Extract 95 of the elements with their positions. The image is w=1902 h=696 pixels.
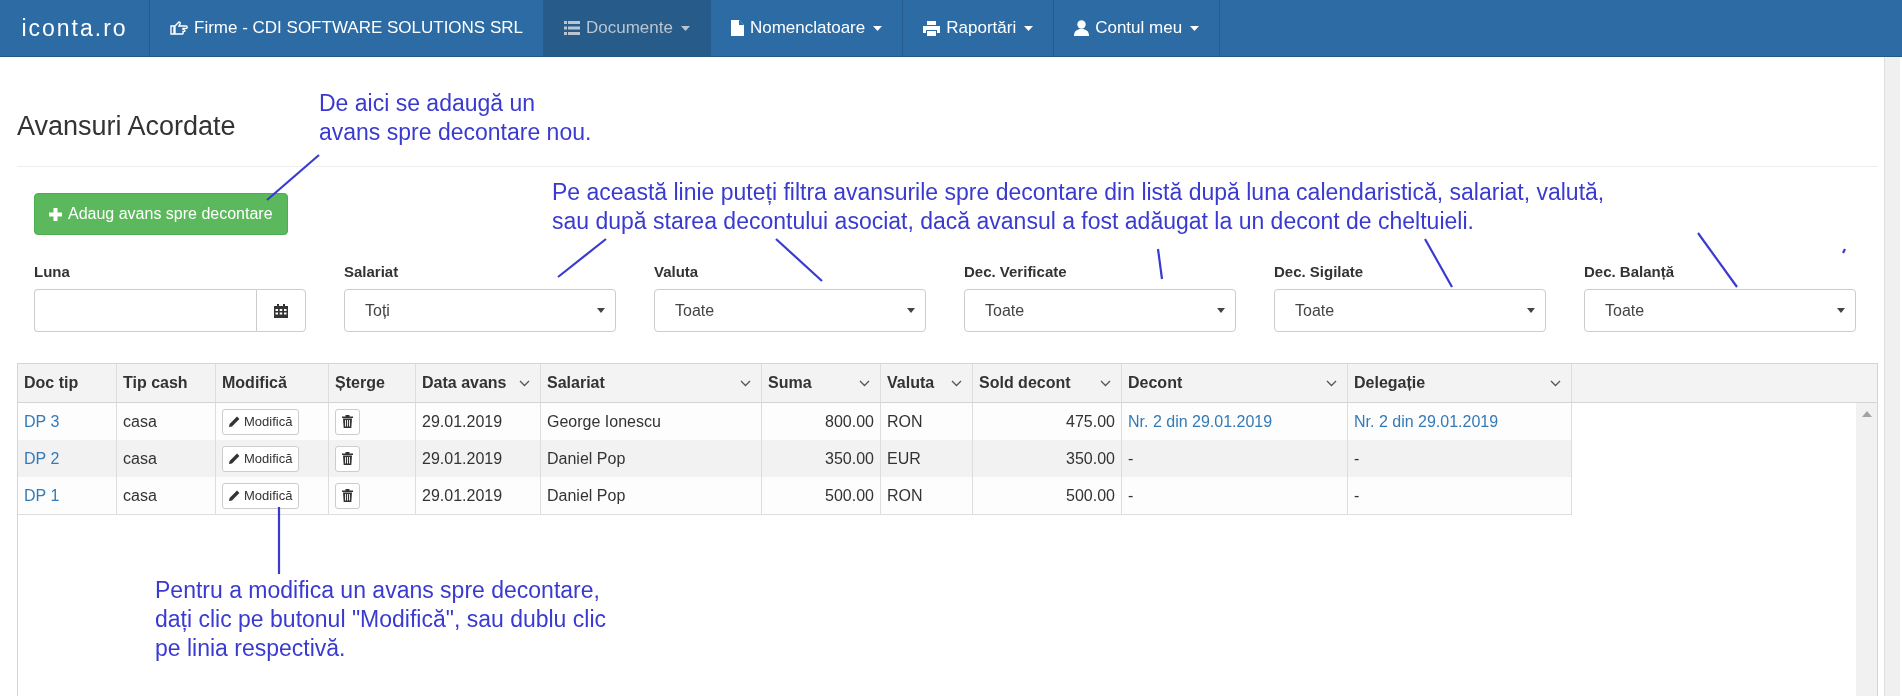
- table-cell: 29.01.2019: [422, 486, 503, 505]
- edit-button[interactable]: Modifică: [222, 408, 300, 435]
- table-cell: -: [1354, 486, 1360, 505]
- filter-dropdown[interactable]: Toate: [964, 289, 1236, 332]
- logo[interactable]: iconta.ro: [0, 0, 150, 56]
- column-header[interactable]: Valuta: [881, 364, 973, 402]
- table-cell: Daniel Pop: [547, 449, 626, 468]
- caret-icon: [1217, 308, 1225, 313]
- pointing-hand-icon: [170, 21, 188, 35]
- annotation-text: Pe această linie puteți filtra avansurile spre decontare din listă după luna calendaristică, salariat, valută, sau după starea decontului asociat, dacă avansul a fost adăugat la un decont de cheltuieli.: [552, 178, 1605, 236]
- filter-dropdown[interactable]: Toate: [654, 289, 926, 332]
- leader-line: [266, 154, 320, 201]
- table-cell: Daniel Pop: [547, 486, 626, 505]
- page-scrollbar[interactable]: [1884, 57, 1900, 696]
- leader-line: [1697, 232, 1738, 288]
- leader-line: [1156, 248, 1164, 280]
- delete-button[interactable]: [335, 482, 360, 509]
- nav-menu-item[interactable]: Documente: [544, 0, 711, 56]
- document-link[interactable]: DP 2: [24, 449, 60, 468]
- table-cell: casa: [123, 449, 157, 468]
- column-header[interactable]: Sold decont: [973, 364, 1122, 402]
- calendar-icon: [274, 303, 288, 318]
- nav-menu-item[interactable]: Contul meu: [1054, 0, 1221, 56]
- plus-icon: [49, 207, 62, 221]
- filter-dropdown[interactable]: Toate: [1584, 289, 1856, 332]
- filter-label: Dec. Verificate: [964, 263, 1067, 280]
- nav-menu-item[interactable]: Nomenclatoare: [710, 0, 904, 56]
- column-header[interactable]: Șterge: [329, 364, 416, 402]
- trash-icon: [342, 452, 353, 465]
- filter-label: Valuta: [654, 263, 699, 280]
- trash-icon: [342, 415, 353, 428]
- table-cell: 29.01.2019: [422, 412, 503, 431]
- column-header[interactable]: Delegație: [1348, 364, 1572, 402]
- document-link[interactable]: DP 1: [24, 486, 60, 505]
- filter-label: Salariat: [344, 263, 399, 280]
- caret-icon: [597, 308, 605, 313]
- document-link[interactable]: DP 3: [24, 412, 60, 431]
- caret-icon: [907, 308, 915, 313]
- column-header[interactable]: Doc tip: [18, 364, 117, 402]
- table-cell: George Ionescu: [547, 412, 661, 431]
- table-cell: 500.00: [1066, 486, 1115, 505]
- delete-button[interactable]: [335, 408, 360, 435]
- scrollbar[interactable]: [1856, 403, 1877, 696]
- filter-label: Dec. Sigilate: [1274, 263, 1364, 280]
- nav-menu-item[interactable]: Raportări: [903, 0, 1055, 56]
- caret-icon: [1837, 308, 1845, 313]
- table-cell: -: [1128, 449, 1134, 468]
- table-cell: 350.00: [825, 449, 874, 468]
- table-cell: casa: [123, 412, 157, 431]
- month-field[interactable]: [34, 289, 256, 332]
- leader-line: [775, 238, 823, 282]
- column-header[interactable]: Modifică: [216, 364, 329, 402]
- calendar-button[interactable]: [256, 289, 306, 332]
- table-cell: EUR: [887, 449, 921, 468]
- filter-dropdown[interactable]: Toți: [344, 289, 616, 332]
- pencil-icon: [229, 453, 240, 464]
- table-cell: 500.00: [825, 486, 874, 505]
- table-cell: casa: [123, 486, 157, 505]
- leader-line: [277, 507, 281, 574]
- filter-label: Dec. Balanță: [1584, 263, 1675, 280]
- pencil-icon: [229, 416, 240, 427]
- column-header[interactable]: Data avans: [416, 364, 541, 402]
- user-icon: [1074, 20, 1090, 36]
- table-cell: -: [1128, 486, 1134, 505]
- table-cell: RON: [887, 412, 923, 431]
- table-cell: RON: [887, 486, 923, 505]
- leader-line: [1842, 248, 1846, 254]
- column-header[interactable]: Salariat: [541, 364, 762, 402]
- delete-button[interactable]: [335, 445, 360, 472]
- table-cell: 350.00: [1066, 449, 1115, 468]
- edit-button[interactable]: Modifică: [222, 482, 300, 509]
- leader-line: [1424, 238, 1453, 288]
- leader-line: [557, 238, 607, 278]
- table-cell: 29.01.2019: [422, 449, 503, 468]
- pencil-icon: [229, 490, 240, 501]
- filter-dropdown[interactable]: Toate: [1274, 289, 1546, 332]
- caret-icon: [1527, 308, 1535, 313]
- annotation-text: De aici se adaugă un avans spre decontare nou.: [319, 89, 592, 147]
- file-icon: [730, 20, 744, 36]
- table-cell: 475.00: [1066, 412, 1115, 431]
- table-cell: 800.00: [825, 412, 874, 431]
- table-cell: -: [1354, 449, 1360, 468]
- column-header[interactable]: Tip cash: [117, 364, 216, 402]
- filter-label: Luna: [34, 263, 70, 280]
- printer-icon: [923, 20, 941, 36]
- list-icon: [564, 21, 580, 35]
- scroll-up-arrow-icon: [1861, 411, 1872, 417]
- delegation-link[interactable]: Nr. 2 din 29.01.2019: [1354, 412, 1499, 431]
- column-header[interactable]: Suma: [762, 364, 881, 402]
- annotation-text: Pentru a modifica un avans spre decontare, dați clic pe butonul "Modifică", sau dublu clic pe linia respectivă.: [155, 576, 606, 663]
- trash-icon: [342, 489, 353, 502]
- page-title: Avansuri Acordate: [17, 111, 236, 142]
- edit-button[interactable]: Modifică: [222, 445, 300, 472]
- column-header[interactable]: Decont: [1122, 364, 1348, 402]
- settlement-link[interactable]: Nr. 2 din 29.01.2019: [1128, 412, 1273, 431]
